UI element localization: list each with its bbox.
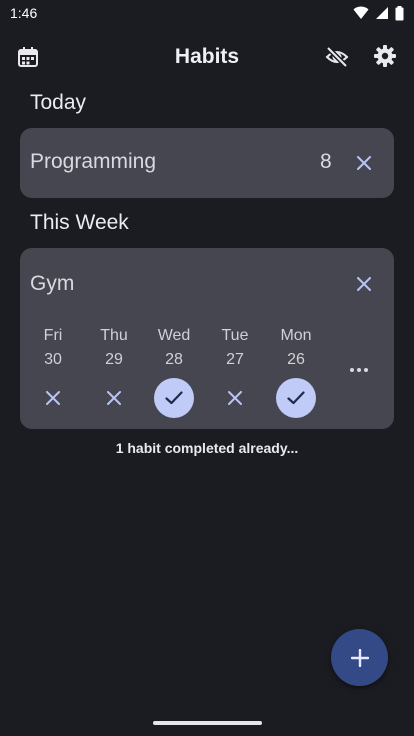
- add-habit-button[interactable]: [331, 629, 388, 686]
- day-date: 26: [287, 351, 305, 368]
- more-horizontal-icon: [350, 368, 368, 372]
- mark-not-done-button[interactable]: [350, 270, 378, 298]
- day-done-toggle[interactable]: [276, 378, 316, 418]
- signal-icon: [376, 7, 388, 19]
- plus-icon: [350, 648, 369, 667]
- day-column: Thu 29: [86, 324, 142, 418]
- day-column: Mon 26: [268, 324, 324, 418]
- section-title-today: Today: [30, 91, 87, 114]
- visibility-off-icon: [325, 46, 349, 68]
- day-column: Fri 30: [25, 324, 81, 418]
- day-column: Wed 28: [146, 324, 202, 418]
- day-date: 28: [165, 351, 183, 368]
- battery-icon: [395, 5, 404, 20]
- day-not-done-toggle[interactable]: [33, 378, 73, 418]
- day-done-toggle[interactable]: [154, 378, 194, 418]
- habit-count: 8: [320, 150, 332, 173]
- day-name: Mon: [280, 327, 312, 344]
- status-bar: 1:46: [0, 0, 414, 26]
- day-not-done-toggle[interactable]: [94, 378, 134, 418]
- page-title: Habits: [174, 45, 240, 68]
- close-icon: [357, 277, 371, 291]
- day-column: Tue 27: [207, 324, 263, 418]
- mark-not-done-button[interactable]: [350, 149, 378, 177]
- day-name: Tue: [221, 327, 249, 344]
- gear-icon: [374, 45, 396, 67]
- habit-card-gym[interactable]: Gym Fri 30 Thu 29 Wed 28 Tue 27 Mon 26: [20, 248, 394, 429]
- habit-card-programming[interactable]: Programming 8: [20, 128, 394, 198]
- check-icon: [287, 391, 305, 405]
- day-name: Wed: [157, 327, 191, 344]
- status-time: 1:46: [10, 5, 38, 21]
- completion-summary: 1 habit completed already...: [115, 440, 299, 456]
- habit-name: Programming: [30, 150, 157, 173]
- check-icon: [165, 391, 183, 405]
- section-title-this-week: This Week: [30, 211, 129, 234]
- calendar-button[interactable]: [10, 39, 46, 75]
- gesture-nav-handle[interactable]: [153, 721, 262, 725]
- day-name: Fri: [43, 327, 63, 344]
- close-icon: [107, 391, 121, 405]
- day-date: 29: [105, 351, 123, 368]
- close-icon: [357, 156, 371, 170]
- status-icons: [353, 5, 404, 21]
- close-icon: [228, 391, 242, 405]
- day-date: 30: [44, 351, 62, 368]
- wifi-icon: [353, 6, 369, 19]
- more-days-button[interactable]: [346, 360, 372, 380]
- habit-name: Gym: [30, 272, 75, 295]
- day-name: Thu: [100, 327, 128, 344]
- calendar-icon: [18, 47, 38, 67]
- hide-completed-button[interactable]: [319, 39, 355, 75]
- settings-button[interactable]: [367, 38, 403, 74]
- close-icon: [46, 391, 60, 405]
- day-not-done-toggle[interactable]: [215, 378, 255, 418]
- day-date: 27: [226, 351, 244, 368]
